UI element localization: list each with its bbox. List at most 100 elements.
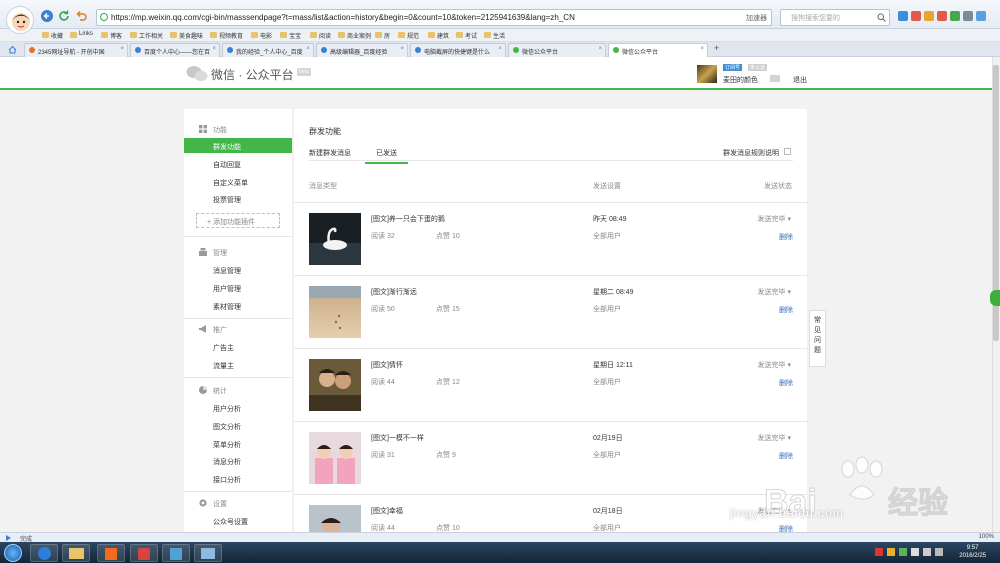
thumbnail-image[interactable] — [309, 213, 361, 265]
taskbar-text-icon[interactable] — [162, 544, 190, 562]
delete-link[interactable]: 删除 — [779, 378, 793, 388]
close-icon[interactable]: × — [212, 46, 216, 52]
bookmark-item[interactable]: 阅读 — [310, 31, 331, 40]
delete-link[interactable]: 删除 — [779, 305, 793, 315]
extension-icon-3[interactable] — [924, 11, 934, 21]
refresh-icon[interactable] — [57, 9, 71, 23]
bookmark-item[interactable]: Links — [70, 31, 93, 38]
browser-tab[interactable]: 高级编辑器_百度经验 × — [316, 43, 408, 57]
taskbar-image-icon[interactable] — [194, 544, 222, 562]
tab-new-mass-message[interactable]: 新建群发消息 — [309, 148, 351, 158]
extension-icon-5[interactable] — [950, 11, 960, 21]
sidebar-item-message-analysis[interactable]: 消息分析 — [184, 453, 292, 468]
zoom-level[interactable]: 100% — [979, 534, 994, 540]
browser-tab[interactable]: 微信公众平台 × — [508, 43, 606, 57]
message-title[interactable]: [图文]渐行渐远 — [371, 287, 417, 297]
sidebar-item-account-settings[interactable]: 公众号设置 — [184, 513, 292, 528]
thumbnail-image[interactable] — [309, 432, 361, 484]
settings-icon[interactable] — [976, 11, 986, 21]
send-status[interactable]: 发送完毕 ▾ — [758, 287, 791, 297]
extension-icon-4[interactable] — [937, 11, 947, 21]
close-icon[interactable]: × — [700, 46, 704, 52]
taskbar-clock[interactable]: 9:57 2016/2/25 — [959, 544, 986, 560]
send-status[interactable]: 发送完毕 ▾ — [758, 214, 791, 224]
tab-sent[interactable]: 已发送 — [365, 148, 408, 164]
browser-tab[interactable]: 电脑截屏的快捷键是什么 × — [410, 43, 506, 57]
send-status[interactable]: 发送完毕 ▾ — [758, 360, 791, 370]
sidebar-item-auto-reply[interactable]: 自动回复 — [184, 156, 292, 171]
taskbar-browser-icon[interactable] — [30, 544, 58, 562]
taskbar-app-icon[interactable] — [130, 544, 158, 562]
bookmark-item[interactable]: 工作相关 — [130, 31, 163, 40]
sidebar-item-user-analysis[interactable]: 用户分析 — [184, 400, 292, 415]
message-title[interactable]: [图文]一模不一样 — [371, 433, 424, 443]
sidebar-item-article-analysis[interactable]: 图文分析 — [184, 418, 292, 433]
bookmark-item[interactable]: 生活 — [484, 31, 505, 40]
menu-icon[interactable] — [963, 11, 973, 21]
delete-link[interactable]: 删除 — [779, 232, 793, 242]
logo-text[interactable]: 微信 · 公众平台 — [211, 66, 294, 83]
sidebar-item-users[interactable]: 用户管理 — [184, 280, 292, 295]
close-icon[interactable]: × — [120, 46, 124, 52]
close-icon[interactable]: × — [400, 46, 404, 52]
search-icon[interactable] — [877, 13, 886, 22]
sidebar-item-advertiser[interactable]: 广告主 — [184, 339, 292, 354]
thumbnail-image[interactable] — [309, 359, 361, 411]
system-tray[interactable] — [875, 547, 945, 557]
sidebar-item-vote[interactable]: 投票管理 — [184, 191, 292, 206]
browser-tab[interactable]: 我的经验_个人中心_百度 × — [222, 43, 314, 57]
new-tab-icon[interactable]: + — [714, 43, 719, 53]
sidebar-item-menu-analysis[interactable]: 菜单分析 — [184, 436, 292, 451]
logout-link[interactable]: 退出 — [793, 75, 807, 85]
sidebar-item-messages[interactable]: 消息管理 — [184, 262, 292, 277]
account-name[interactable]: 麦田的颜色 — [723, 75, 758, 85]
undo-icon[interactable] — [74, 9, 88, 23]
bookmark-item[interactable]: 美食趣味 — [170, 31, 203, 40]
browser-tab[interactable]: 百度个人中心——您在百 × — [130, 43, 220, 57]
message-title[interactable]: [图文]幸福 — [371, 506, 403, 516]
browser-tab[interactable]: 2345网址导航 - 开创中国 × — [24, 43, 128, 57]
message-title[interactable]: [图文]情怀 — [371, 360, 403, 370]
close-icon[interactable]: × — [498, 46, 502, 52]
bookmark-item[interactable]: 电影 — [251, 31, 272, 40]
mail-icon[interactable] — [770, 75, 780, 82]
account-avatar[interactable] — [697, 65, 717, 83]
thumbnail-image[interactable] — [309, 505, 361, 532]
search-input[interactable]: 搜狗搜索您要的 — [780, 9, 890, 26]
close-icon[interactable]: × — [306, 46, 310, 52]
bookmark-item[interactable]: 规范 — [398, 31, 419, 40]
bookmark-item[interactable]: 收藏 — [42, 31, 63, 40]
thumbnail-image[interactable] — [309, 286, 361, 338]
taskbar-mi-icon[interactable] — [97, 544, 125, 562]
bookmark-item[interactable]: 考试 — [456, 31, 477, 40]
bookmark-item[interactable]: 博客 — [101, 31, 122, 40]
user-avatar-icon[interactable] — [6, 6, 34, 34]
bookmark-item[interactable]: 房 — [375, 31, 390, 40]
bookmark-item[interactable]: 视频教育 — [210, 31, 243, 40]
address-bar[interactable]: https://mp.weixin.qq.com/cgi-bin/masssen… — [96, 9, 772, 26]
browser-tab-active[interactable]: 微信公众平台 × — [608, 43, 708, 57]
float-widget-icon[interactable] — [990, 290, 1000, 306]
sidebar-item-api-analysis[interactable]: 接口分析 — [184, 471, 292, 486]
add-plugin-button[interactable]: + 添加功能插件 — [196, 213, 280, 228]
taskbar-explorer-icon[interactable] — [62, 544, 90, 562]
extension-icon-2[interactable] — [911, 11, 921, 21]
sidebar-item-materials[interactable]: 素材管理 — [184, 298, 292, 313]
rule-help-icon[interactable] — [784, 148, 791, 155]
start-button[interactable] — [4, 544, 22, 562]
bookmark-item[interactable]: 建筑 — [428, 31, 449, 40]
bookmark-item[interactable]: 宝宝 — [280, 31, 301, 40]
sidebar-item-custom-menu[interactable]: 自定义菜单 — [184, 174, 292, 189]
sidebar-item-mass-send[interactable]: 群发功能 — [184, 138, 292, 153]
accelerator-label[interactable]: 加速器 — [746, 13, 767, 23]
bookmark-item[interactable]: 商业案例 — [338, 31, 371, 40]
sidebar-item-publisher[interactable]: 流量主 — [184, 357, 292, 372]
faq-button[interactable]: 常 见 问 题 — [809, 310, 826, 367]
rule-link[interactable]: 群发消息规则说明 — [723, 148, 779, 158]
message-title[interactable]: [图文]养一只会下蛋的鹅 — [371, 214, 445, 224]
back-icon[interactable] — [40, 9, 54, 23]
home-icon[interactable] — [8, 45, 17, 54]
close-icon[interactable]: × — [598, 46, 602, 52]
send-status[interactable]: 发送完毕 ▾ — [758, 433, 791, 443]
extension-icon-1[interactable] — [898, 11, 908, 21]
